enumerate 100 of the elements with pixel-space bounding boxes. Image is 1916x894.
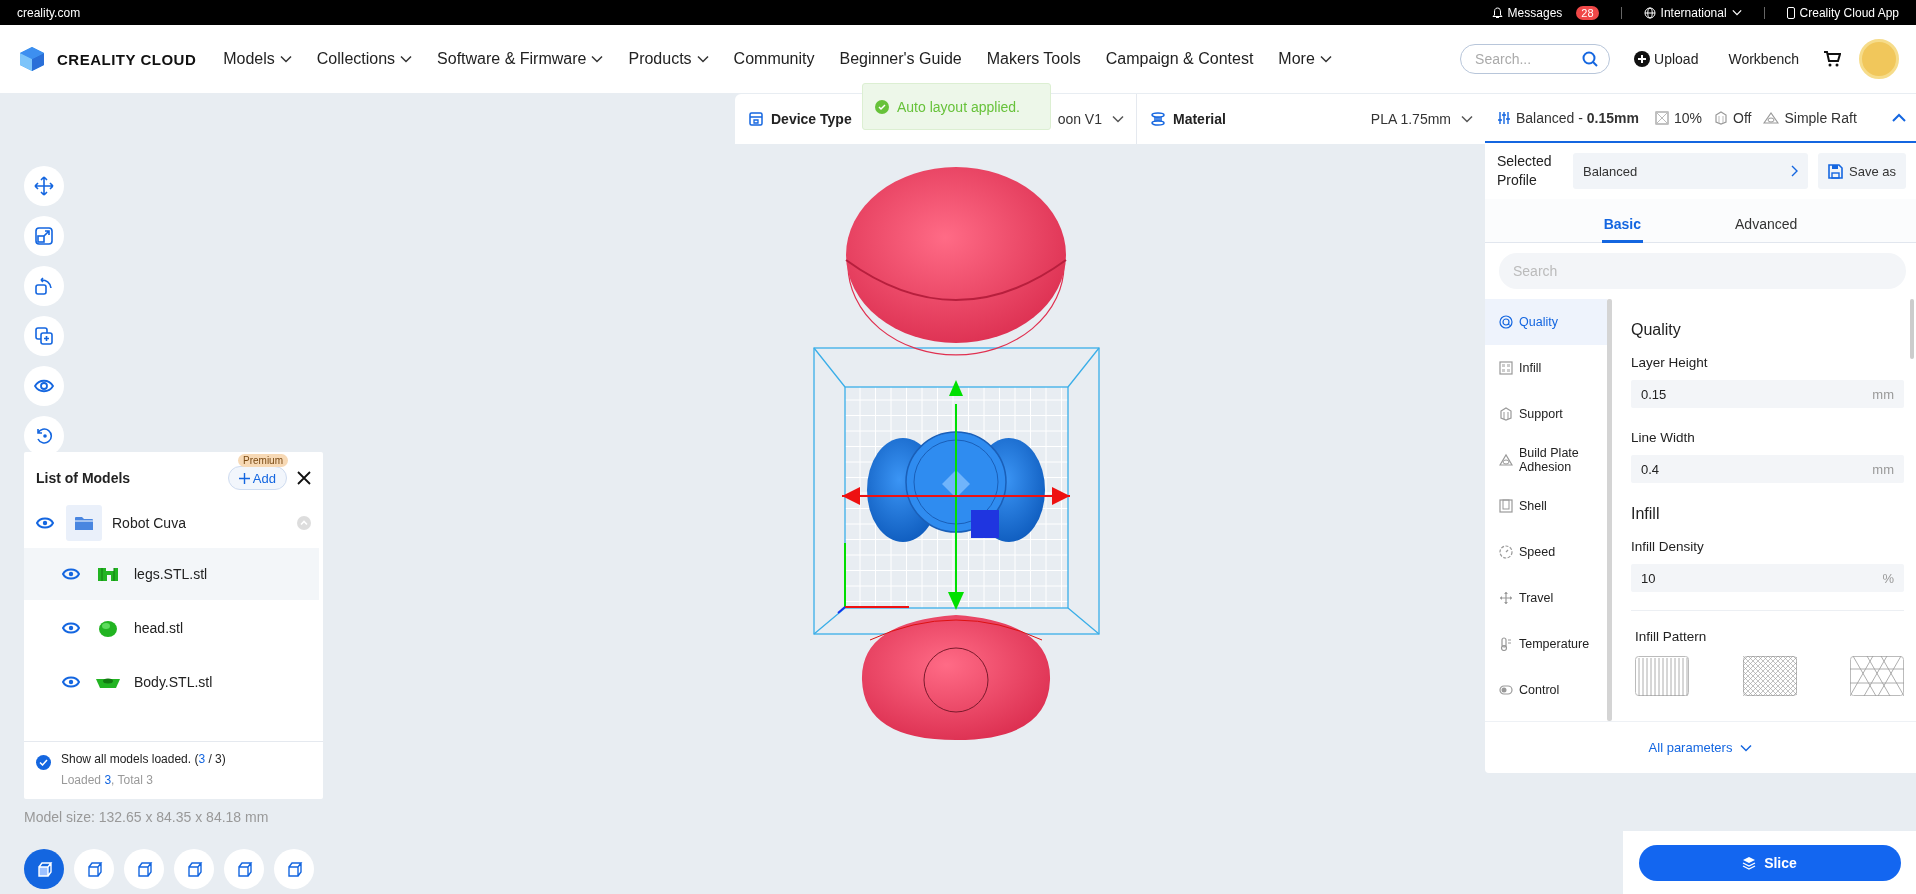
move-icon: [34, 176, 54, 196]
caret-down-icon: [591, 55, 604, 63]
message-count-badge: 28: [1576, 5, 1599, 20]
eye-icon: [62, 676, 80, 688]
eye-icon: [62, 568, 80, 580]
grid-pattern-icon[interactable]: [1742, 656, 1797, 696]
rotate-tool-button[interactable]: [24, 266, 64, 306]
unit-label: %: [1882, 571, 1894, 586]
panel-title: List of Models: [36, 470, 131, 486]
shell-icon: [1499, 499, 1513, 513]
close-icon: [297, 471, 311, 485]
nav-link[interactable]: More: [1278, 50, 1332, 68]
chevron-up-icon: [1892, 113, 1906, 122]
category-item[interactable]: Quality: [1485, 299, 1607, 345]
slice-button[interactable]: Slice: [1638, 844, 1901, 881]
nav-link[interactable]: Products: [628, 50, 709, 68]
scrollbar[interactable]: [1607, 299, 1612, 721]
caret-down-icon: [279, 55, 292, 63]
checkbox[interactable]: [36, 755, 51, 770]
model-row[interactable]: head.stl: [24, 602, 319, 654]
travel-icon: [1499, 591, 1513, 605]
nav-link[interactable]: Software & Firmware: [437, 50, 604, 68]
settings-tab[interactable]: Advanced: [1733, 199, 1800, 243]
move-gizmo[interactable]: [841, 380, 1071, 610]
nav-link[interactable]: Campaign & Contest: [1105, 50, 1254, 68]
move-tool-button[interactable]: [24, 166, 64, 206]
nav-link[interactable]: Beginner's Guide: [839, 50, 962, 68]
category-item[interactable]: Travel: [1485, 575, 1607, 621]
visibility-toggle[interactable]: [62, 676, 80, 688]
collapse-toggle[interactable]: [297, 516, 311, 530]
plus-circle-icon: [1634, 51, 1651, 67]
category-item[interactable]: Speed: [1485, 529, 1607, 575]
caret-down-icon: [400, 55, 413, 63]
upload-button[interactable]: Upload: [1628, 50, 1705, 68]
visibility-toggle[interactable]: [36, 517, 54, 529]
material-dropdown[interactable]: PLA 1.75mm: [1370, 111, 1473, 127]
workbench-link[interactable]: Workbench: [1722, 50, 1805, 68]
category-item[interactable]: Shell: [1485, 483, 1607, 529]
field-label: Infill Density: [1631, 539, 1705, 554]
globe-icon: [1643, 6, 1656, 19]
scale-tool-button[interactable]: [24, 216, 64, 256]
model-name: legs.STL.stl: [134, 566, 208, 582]
caret-down-icon: [696, 55, 709, 63]
scrollbar[interactable]: [1910, 299, 1914, 359]
head-model[interactable]: [845, 167, 1067, 356]
category-item[interactable]: Support: [1485, 391, 1607, 437]
model-row[interactable]: legs.STL.stl: [24, 548, 319, 600]
unit-label: mm: [1872, 462, 1894, 477]
nav-link[interactable]: Collections: [316, 50, 413, 68]
caret-down-icon: [1112, 115, 1124, 123]
save-as-button[interactable]: Save as: [1818, 153, 1906, 189]
cart-icon[interactable]: [1823, 51, 1841, 67]
quality-icon: [1499, 315, 1513, 329]
chevron-right-icon: [1791, 165, 1798, 177]
speed-icon: [1499, 545, 1513, 559]
all-parameters-button[interactable]: All parameters: [1642, 739, 1759, 756]
device-dropdown[interactable]: oon V1: [1057, 111, 1124, 127]
view-button[interactable]: [24, 849, 64, 889]
chevron-up-icon: [297, 516, 311, 530]
view-button[interactable]: [274, 849, 314, 889]
profile-selector[interactable]: Balanced: [1573, 153, 1808, 189]
region-selector[interactable]: International: [1643, 5, 1742, 20]
app-link[interactable]: Creality Cloud App: [1786, 5, 1899, 20]
legs-model[interactable]: [867, 431, 1045, 542]
visibility-toggle[interactable]: [62, 622, 80, 634]
model-row[interactable]: Body.STL.stl: [24, 656, 319, 708]
eye-tool-button[interactable]: [24, 366, 64, 406]
view-button[interactable]: [124, 849, 164, 889]
caret-down-icon: [1319, 55, 1332, 63]
infill-summary: 10%: [1674, 109, 1702, 126]
category-item[interactable]: Control: [1485, 667, 1607, 713]
nav-link[interactable]: Models: [223, 50, 292, 68]
close-button[interactable]: [297, 471, 311, 485]
nav-link[interactable]: Makers Tools: [986, 50, 1081, 68]
eye-icon: [62, 622, 80, 634]
triangles-pattern-icon[interactable]: [1850, 656, 1904, 696]
model-name: Body.STL.stl: [134, 674, 213, 690]
view-button[interactable]: [224, 849, 264, 889]
rotate-icon: [34, 276, 54, 296]
layers-icon: [1742, 855, 1757, 870]
category-item[interactable]: Build Plate Adhesion: [1485, 437, 1607, 483]
infill-icon: [1499, 361, 1513, 375]
nav-link[interactable]: Community: [733, 50, 815, 68]
cube-logo-icon: [17, 44, 47, 74]
visibility-toggle[interactable]: [62, 568, 80, 580]
add-button[interactable]: Add: [227, 466, 287, 490]
messages-link[interactable]: Messages: [1491, 5, 1563, 20]
collapse-button[interactable]: [1892, 113, 1906, 122]
category-item[interactable]: Temperature: [1485, 621, 1607, 667]
body-model[interactable]: [862, 615, 1050, 740]
duplicate-tool-button[interactable]: [24, 316, 64, 356]
view-button[interactable]: [74, 849, 114, 889]
settings-search-field[interactable]: Search: [1499, 253, 1906, 289]
search-field[interactable]: Search...: [1460, 44, 1611, 74]
bell-icon: [1491, 6, 1503, 19]
view-button[interactable]: [174, 849, 214, 889]
spool-icon: [1151, 112, 1165, 126]
settings-tab[interactable]: Basic: [1601, 199, 1644, 243]
field-label: Infill Pattern: [1635, 629, 1708, 644]
category-item[interactable]: Infill: [1485, 345, 1607, 391]
